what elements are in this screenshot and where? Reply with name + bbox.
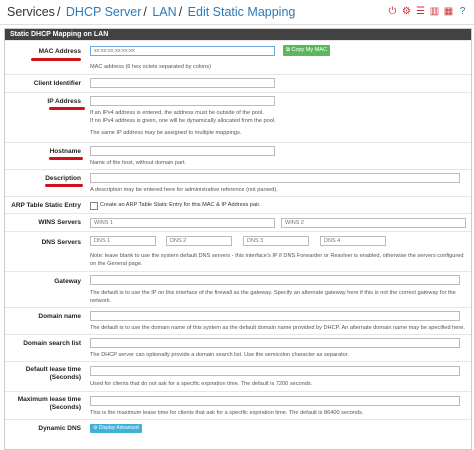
gateway-input[interactable] <box>90 275 460 285</box>
display-advanced-button[interactable]: ⚙ Display Advanced <box>90 424 142 433</box>
static-mapping-panel: Static DHCP Mapping on LAN MAC Address ⧉… <box>4 28 472 450</box>
client-identifier-input[interactable] <box>90 78 275 88</box>
description-label: Description <box>45 175 81 182</box>
hostname-help: Name of the host, without domain part. <box>90 160 187 166</box>
dns-label: DNS Servers <box>41 239 81 246</box>
mac-help: MAC address (6 hex octets separated by c… <box>90 64 211 70</box>
hostname-input[interactable] <box>90 146 275 156</box>
default-lease-row: Default lease time (Seconds) Used for cli… <box>5 361 471 392</box>
max-lease-label: Maximum lease time (Seconds) <box>11 396 81 412</box>
domain-name-input[interactable] <box>90 311 460 321</box>
display-advanced-label: Display Advanced <box>98 425 139 431</box>
domain-search-row: Domain search list The DHCP server can o… <box>5 334 471 362</box>
arp-help: Create an ARP Table Static Entry for thi… <box>100 202 261 208</box>
ip-help-2: If no IPv4 address is given, one will be… <box>90 118 276 124</box>
header-icons: ⏻ ⚙ ☰ ▥ ▦ ? <box>387 6 468 17</box>
default-lease-label-2: (Seconds) <box>49 374 81 381</box>
red-underline-mark <box>45 184 83 187</box>
mac-address-input[interactable] <box>90 46 275 56</box>
max-lease-input[interactable] <box>90 396 460 406</box>
gateway-label: Gateway <box>54 278 81 285</box>
copy-my-mac-label: Copy My MAC <box>291 47 327 53</box>
max-lease-label-2: (Seconds) <box>49 404 81 411</box>
dns-3-input[interactable] <box>243 236 309 246</box>
dynamic-dns-label: Dynamic DNS <box>38 425 81 432</box>
domain-name-help: The default is to use the domain name of… <box>90 325 465 331</box>
arp-row: ARP Table Static Entry Create an ARP Tab… <box>5 196 471 214</box>
dns-4-input[interactable] <box>320 236 386 246</box>
hostname-label: Hostname <box>49 148 81 155</box>
ip-address-input[interactable] <box>90 96 275 106</box>
domain-search-help: The DHCP server can optionally provide a… <box>90 352 349 358</box>
gear-icon[interactable]: ⚙ <box>401 6 412 17</box>
breadcrumb-separator: / <box>56 5 61 19</box>
gateway-help-1: The default is to use the IP on this int… <box>90 290 456 296</box>
max-lease-help: This is the maximum lease time for clien… <box>90 410 364 416</box>
description-row: Description A description may be entered… <box>5 169 471 197</box>
ip-row: IP Address If an IPv4 address is entered… <box>5 92 471 143</box>
default-lease-help: Used for clients that do not ask for a s… <box>90 381 313 387</box>
description-input[interactable] <box>90 173 460 183</box>
client-identifier-label: Client Identifier <box>33 80 81 87</box>
dns-2-input[interactable] <box>166 236 232 246</box>
mac-label: MAC Address <box>38 48 81 55</box>
arp-static-checkbox[interactable] <box>90 202 98 210</box>
breadcrumb-dhcp-server[interactable]: DHCP Server <box>66 5 141 19</box>
ip-help-3: The same IP address may be assigned to m… <box>90 130 242 136</box>
wins-label: WINS Servers <box>38 219 81 226</box>
ip-label: IP Address <box>47 98 81 105</box>
max-lease-row: Maximum lease time (Seconds) This is the … <box>5 391 471 420</box>
red-underline-mark <box>31 58 81 61</box>
domain-search-label: Domain search list <box>23 340 81 347</box>
description-help: A description may be entered here for ad… <box>90 187 278 193</box>
dns-row: DNS Servers Note: leave blank to use the… <box>5 231 471 272</box>
gateway-row: Gateway The default is to use the IP on … <box>5 271 471 308</box>
hostname-row: Hostname Name of the host, without domai… <box>5 142 471 170</box>
breadcrumb-edit-static-mapping[interactable]: Edit Static Mapping <box>188 5 296 19</box>
help-icon[interactable]: ? <box>457 6 468 17</box>
breadcrumb-lan[interactable]: LAN <box>152 5 176 19</box>
breadcrumb-separator: / <box>178 5 183 19</box>
red-underline-mark <box>49 107 85 110</box>
breadcrumb: Services / DHCP Server / LAN / Edit Static … <box>7 5 295 19</box>
domain-name-label: Domain name <box>38 313 81 320</box>
max-lease-label-1: Maximum lease time <box>17 396 81 403</box>
gateway-help-2: network. <box>90 298 112 304</box>
copy-my-mac-button[interactable]: ⧉ Copy My MAC <box>283 45 330 56</box>
dns-1-input[interactable] <box>90 236 156 246</box>
breadcrumb-services[interactable]: Services <box>7 5 55 19</box>
list-icon[interactable]: ☰ <box>415 6 426 17</box>
wins-row: WINS Servers <box>5 213 471 232</box>
wins-1-input[interactable] <box>90 218 275 228</box>
dns-help-2: on the General page. <box>90 261 143 267</box>
ip-help-1: If an IPv4 address is entered, the addre… <box>90 110 264 116</box>
domain-name-row: Domain name The default is to use the do… <box>5 307 471 335</box>
default-lease-label-1: Default lease time <box>25 366 81 373</box>
dynamic-dns-row: Dynamic DNS ⚙ Display Advanced <box>5 419 471 434</box>
panel-title: Static DHCP Mapping on LAN <box>5 29 471 40</box>
page-header: Services / DHCP Server / LAN / Edit Static … <box>0 0 474 25</box>
red-underline-mark <box>49 157 83 160</box>
default-lease-label: Default lease time (Seconds) <box>11 366 81 382</box>
wins-2-input[interactable] <box>281 218 466 228</box>
client-identifier-row: Client Identifier <box>5 74 471 93</box>
domain-search-input[interactable] <box>90 338 460 348</box>
table-icon[interactable]: ▦ <box>443 6 454 17</box>
chart-icon[interactable]: ▥ <box>429 6 440 17</box>
dns-help-1: Note: leave blank to use the system defa… <box>90 253 464 259</box>
breadcrumb-separator: / <box>143 5 147 19</box>
toggle-icon[interactable]: ⏻ <box>387 6 398 17</box>
arp-label: ARP Table Static Entry <box>11 202 81 209</box>
default-lease-input[interactable] <box>90 366 460 376</box>
